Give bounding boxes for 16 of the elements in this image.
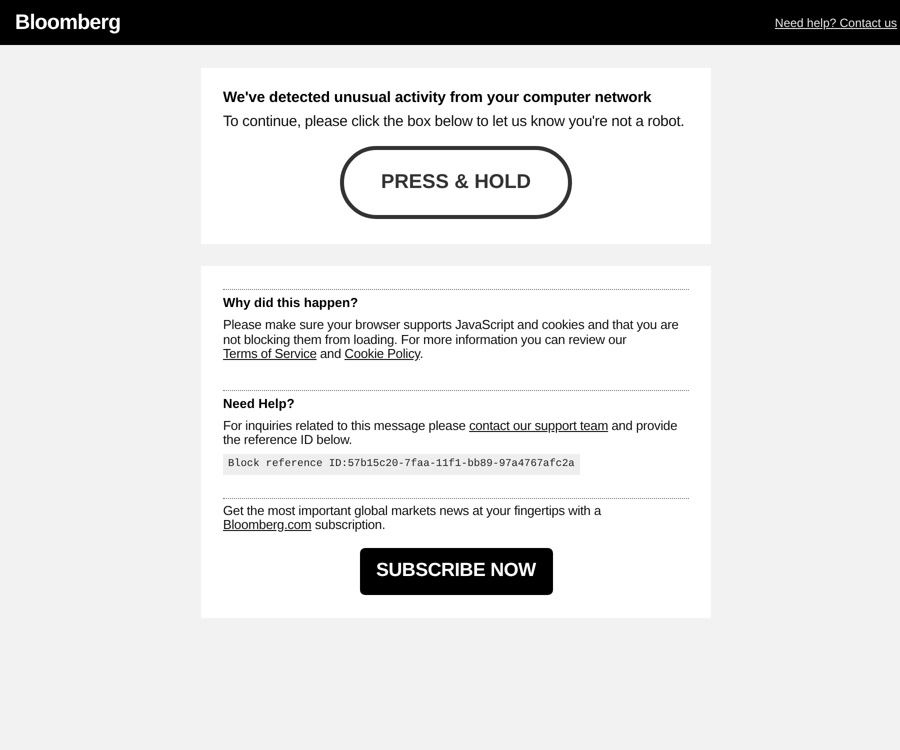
text-link[interactable]: Bloomberg.com	[223, 517, 312, 532]
text-link[interactable]: Cookie Policy	[344, 346, 420, 361]
info-paragraph: For inquiries related to this message please contact our support team and provide the reference ID below.	[223, 418, 678, 448]
subscribe-button[interactable]: SUBSCRIBE NOW	[360, 548, 552, 594]
info-paragraph: Please make sure your browser supports JavaScript and cookies and that you are not blocking them from loading. For more information you can review our Terms of Service and Cookie Policy.	[223, 318, 680, 362]
challenge-message: To continue, please click the box below to let us know you're not a robot.	[223, 113, 686, 131]
press-and-hold-button[interactable]: PRESS & HOLD	[340, 146, 572, 219]
section-heading: Need Help?	[223, 396, 296, 412]
text-link[interactable]: Terms of Service	[223, 346, 317, 361]
section-heading: Why did this happen?	[223, 295, 360, 311]
info-paragraph: Get the most important global markets news at your fingertips with a Bloomberg.com subscription.	[223, 504, 602, 532]
text-link[interactable]: contact our support team	[469, 418, 608, 432]
reference-code: Block reference ID:57b15c20-7faa-11f1-bb89-97a4767afc2a	[223, 454, 580, 474]
logo-text[interactable]: Bloomberg	[15, 10, 120, 34]
help-link[interactable]: Need help? Contact us	[774, 16, 897, 30]
challenge-title: We've detected unusual activity from your computer network	[223, 89, 652, 107]
